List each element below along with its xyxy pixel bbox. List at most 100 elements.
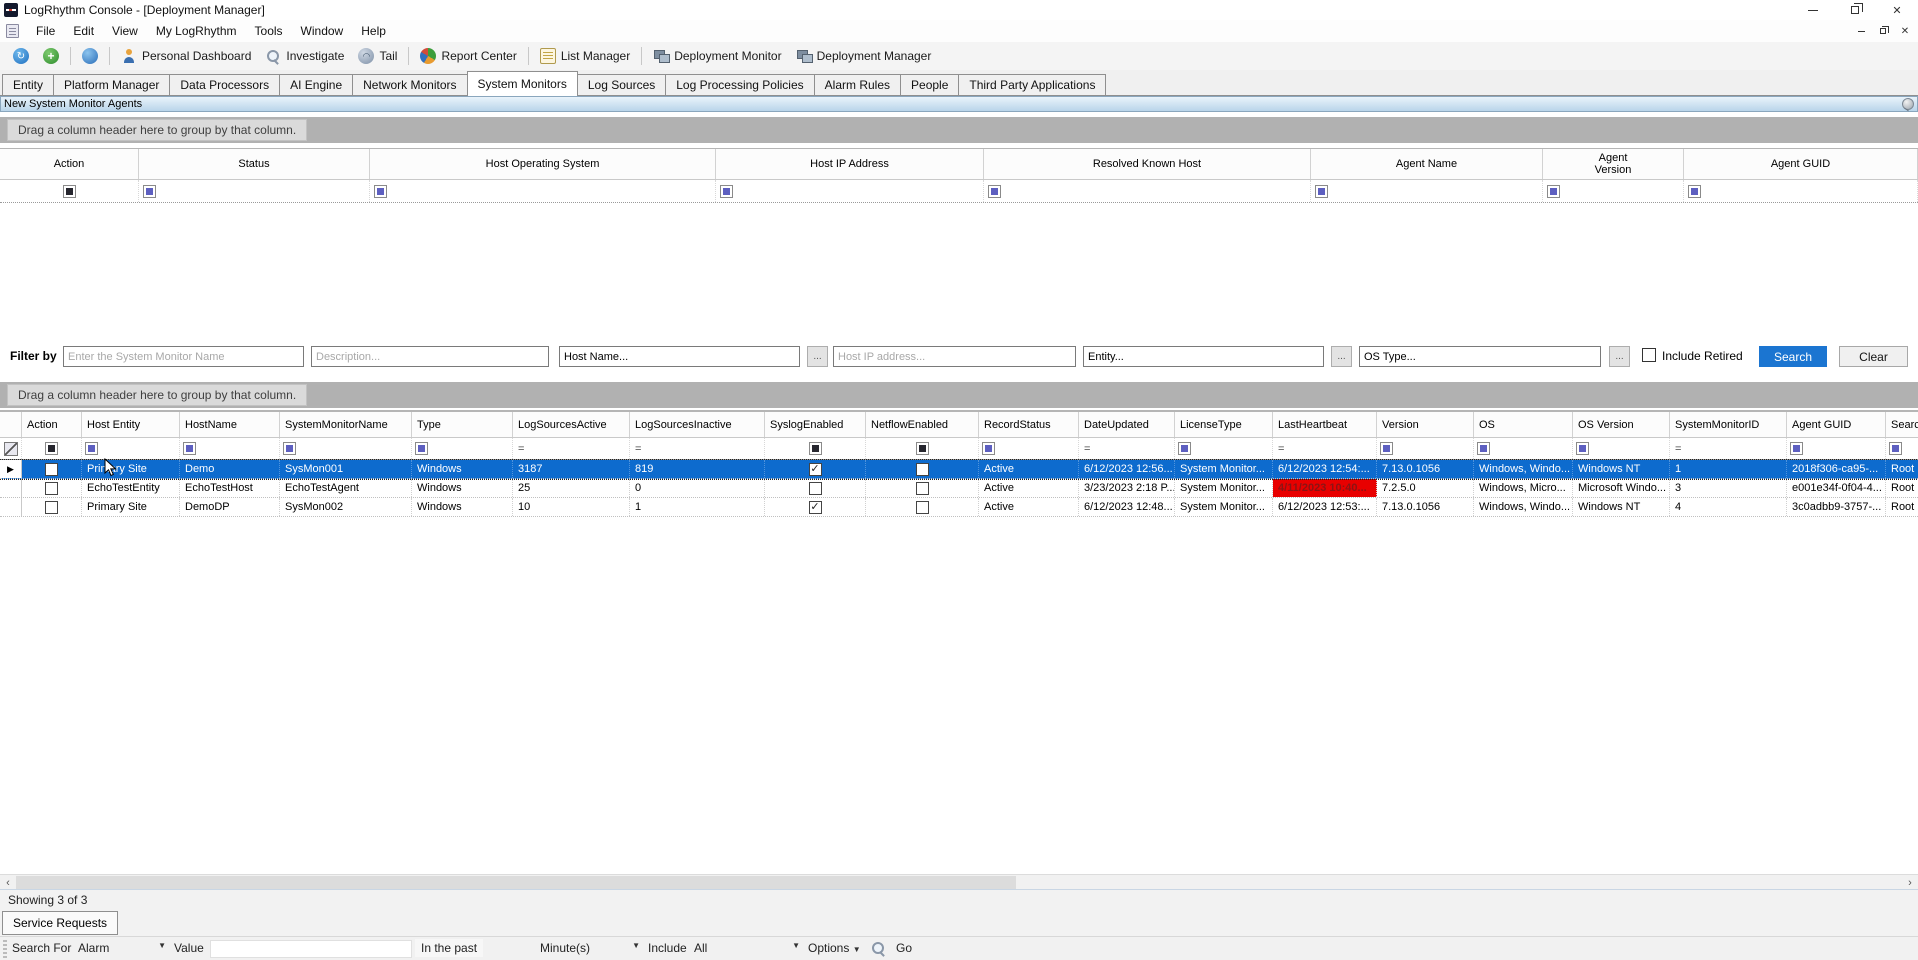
options-dropdown[interactable]: Options ▼ [808,941,861,955]
search-button[interactable]: Search [1759,346,1827,367]
syslogenabled-checkbox[interactable]: ✓ [809,463,822,476]
description-input[interactable] [311,346,549,367]
filter-button[interactable] [63,185,76,198]
tab-service-requests[interactable]: Service Requests [2,911,118,935]
tab-third-party-applications[interactable]: Third Party Applications [958,74,1106,95]
column-header-type[interactable]: Type [412,412,513,437]
time-unit-dropdown[interactable]: Minute(s)▼ [540,941,640,955]
tab-alarm-rules[interactable]: Alarm Rules [814,74,901,95]
go-button[interactable]: Go [896,941,912,955]
include-dropdown[interactable]: All▼ [694,941,800,955]
toolbar-button[interactable] [6,45,36,67]
filter-button[interactable] [1547,185,1560,198]
column-header-lastheartbeat[interactable]: LastHeartbeat [1273,412,1377,437]
filter-button[interactable] [1315,185,1328,198]
tab-entity[interactable]: Entity [2,74,54,95]
host-ip-input[interactable] [833,346,1076,367]
monitor-name-input[interactable] [63,346,304,367]
netflowenabled-checkbox[interactable] [916,501,929,514]
column-header-status[interactable]: Status [139,149,370,179]
column-header-action[interactable]: Action [0,149,139,179]
filter-button[interactable] [143,185,156,198]
menu-window[interactable]: Window [292,22,353,40]
row-selector[interactable] [0,479,22,497]
os-type-input[interactable] [1359,346,1601,367]
tab-system-monitors[interactable]: System Monitors [467,71,578,96]
row-selector[interactable] [0,498,22,516]
menu-help[interactable]: Help [352,22,395,40]
netflowenabled-checkbox[interactable] [916,482,929,495]
tab-ai-engine[interactable]: AI Engine [279,74,353,95]
column-header-logsourcesactive[interactable]: LogSourcesActive [513,412,630,437]
toolbar-button-deployment-manager[interactable]: Deployment Manager [789,45,939,67]
equals-filter-icon[interactable]: = [1673,443,1681,455]
filter-button[interactable] [374,185,387,198]
column-header-host-ip-address[interactable]: Host IP Address [716,149,984,179]
tab-people[interactable]: People [900,74,959,95]
filter-button[interactable] [1380,442,1393,455]
value-input[interactable] [210,940,412,958]
filter-button[interactable] [916,442,929,455]
filter-button[interactable] [1576,442,1589,455]
column-header-agent-guid[interactable]: Agent GUID [1684,149,1918,179]
scroll-right-icon[interactable]: › [1902,875,1918,890]
minimize-button[interactable] [1792,0,1834,20]
tab-log-processing-policies[interactable]: Log Processing Policies [665,74,814,95]
clear-button[interactable]: Clear [1839,346,1908,367]
filter-button[interactable] [1889,442,1902,455]
filter-button[interactable] [809,442,822,455]
column-header-agent-version[interactable]: Agent Version [1543,149,1684,179]
column-header-systemmonitorid[interactable]: SystemMonitorID [1670,412,1787,437]
column-header-syslogenabled[interactable]: SyslogEnabled [765,412,866,437]
filter-button[interactable] [982,442,995,455]
table-row[interactable]: Primary SiteDemoDPSysMon002Windows101✓Ac… [0,498,1918,517]
column-header-version[interactable]: Version [1377,412,1474,437]
scroll-left-icon[interactable]: ‹ [0,875,16,890]
equals-filter-icon[interactable]: = [516,443,524,455]
column-header-licensetype[interactable]: LicenseType [1175,412,1273,437]
column-header-recordstatus[interactable]: RecordStatus [979,412,1079,437]
menu-file[interactable]: File [27,22,64,40]
host-name-input[interactable] [559,346,800,367]
filter-button[interactable] [988,185,1001,198]
restore-button[interactable] [1834,0,1876,20]
table-row[interactable]: EchoTestEntityEchoTestHostEchoTestAgentW… [0,479,1918,498]
include-retired-checkbox[interactable] [1642,348,1656,362]
equals-filter-icon[interactable]: = [1082,443,1090,455]
filter-button[interactable] [720,185,733,198]
filter-button[interactable] [283,442,296,455]
toolbar-grip[interactable] [3,940,7,958]
syslogenabled-checkbox[interactable]: ✓ [809,501,822,514]
filter-button[interactable] [415,442,428,455]
entity-input[interactable] [1083,346,1324,367]
toolbar-button-tail[interactable]: Tail [351,45,404,67]
host-name-picker-button[interactable]: ... [807,346,828,367]
tab-data-processors[interactable]: Data Processors [169,74,280,95]
filter-button[interactable] [1790,442,1803,455]
syslogenabled-checkbox[interactable] [809,482,822,495]
tab-log-sources[interactable]: Log Sources [577,74,666,95]
equals-filter-icon[interactable]: = [633,443,641,455]
column-header-dateupdated[interactable]: DateUpdated [1079,412,1175,437]
column-header-agent-guid[interactable]: Agent GUID [1787,412,1886,437]
toolbar-button-personal-dashboard[interactable]: Personal Dashboard [114,45,258,67]
column-header-hostname[interactable]: HostName [180,412,280,437]
entity-picker-button[interactable]: ... [1331,346,1352,367]
row-select-checkbox[interactable] [45,482,58,495]
filter-button[interactable] [85,442,98,455]
filter-button[interactable] [1477,442,1490,455]
horizontal-scrollbar[interactable]: ‹ › [0,874,1918,890]
menu-view[interactable]: View [103,22,147,40]
toolbar-button-report-center[interactable]: Report Center [413,45,523,67]
toolbar-button-deployment-monitor[interactable]: Deployment Monitor [646,45,788,67]
toolbar-button[interactable] [36,45,66,67]
close-button[interactable]: ✕ [1876,0,1918,20]
column-header-resolved-known-host[interactable]: Resolved Known Host [984,149,1311,179]
toolbar-button-list-manager[interactable]: List Manager [533,45,637,67]
edit-filter-icon[interactable] [4,442,18,456]
column-header-action[interactable]: Action [22,412,82,437]
row-select-checkbox[interactable] [45,501,58,514]
pin-icon[interactable] [1902,98,1914,110]
netflowenabled-checkbox[interactable] [916,463,929,476]
column-header-systemmonitorname[interactable]: SystemMonitorName [280,412,412,437]
